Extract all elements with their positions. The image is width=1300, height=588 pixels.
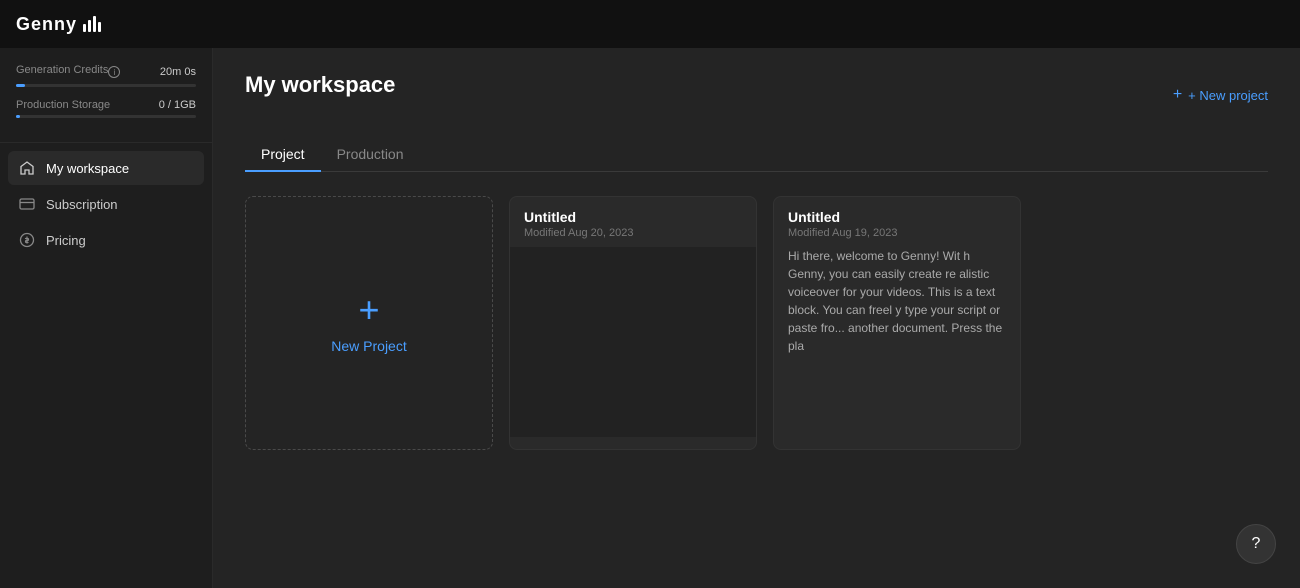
credits-label: Generation Credits (16, 64, 108, 76)
credits-progress-fill (16, 84, 25, 87)
sidebar: Generation Credits i 20m 0s Production S… (0, 48, 213, 588)
logo-bar-3 (93, 16, 96, 32)
project-card-2-text: Hi there, welcome to Genny! Wit h Genny,… (788, 247, 1006, 355)
project-card-1-preview (510, 247, 756, 437)
logo-bar-1 (83, 24, 86, 32)
project-card-2-title: Untitled (788, 209, 1006, 225)
content-area: My workspace + + New project Project Pro… (213, 48, 1300, 588)
subscription-icon (18, 195, 36, 213)
credits-progress-bg (16, 84, 196, 87)
plus-icon: + (1173, 86, 1182, 104)
tab-project[interactable]: Project (245, 138, 321, 172)
credits-row: Generation Credits i 20m 0s (16, 64, 196, 80)
logo-bar-2 (88, 20, 91, 32)
sidebar-item-pricing-label: Pricing (46, 233, 86, 248)
topbar: Genny (0, 0, 1300, 48)
cards-grid: + New Project Untitled Modified Aug 20, … (245, 196, 1268, 450)
sidebar-item-workspace[interactable]: My workspace (8, 151, 204, 185)
logo-bar-4 (98, 22, 101, 32)
sidebar-item-pricing[interactable]: Pricing (8, 223, 204, 257)
project-card-1-header: Untitled Modified Aug 20, 2023 (510, 197, 756, 247)
main-layout: Generation Credits i 20m 0s Production S… (0, 48, 1300, 588)
credits-value: 20m 0s (160, 66, 196, 78)
sidebar-nav: My workspace Subscription (0, 151, 212, 257)
help-button[interactable]: ? (1236, 524, 1276, 564)
storage-value: 0 / 1GB (159, 99, 196, 111)
logo: Genny (16, 14, 101, 35)
project-card-2-header: Untitled Modified Aug 19, 2023 (774, 197, 1020, 247)
project-card-2-body: Hi there, welcome to Genny! Wit h Genny,… (774, 247, 1020, 355)
credits-section: Generation Credits i 20m 0s Production S… (0, 64, 212, 118)
sidebar-divider (0, 142, 212, 143)
storage-label: Production Storage (16, 99, 110, 111)
sidebar-item-workspace-label: My workspace (46, 161, 129, 176)
home-icon (18, 159, 36, 177)
project-card-2-date: Modified Aug 19, 2023 (788, 227, 1006, 239)
new-project-header-button[interactable]: + + New project (1173, 86, 1268, 104)
workspace-title: My workspace (245, 72, 395, 98)
project-card-2[interactable]: Untitled Modified Aug 19, 2023 Hi there,… (773, 196, 1021, 450)
logo-wordmark: Genny (16, 14, 77, 35)
project-card-1[interactable]: Untitled Modified Aug 20, 2023 (509, 196, 757, 450)
storage-row: Production Storage 0 / 1GB (16, 99, 196, 111)
info-icon[interactable]: i (108, 66, 120, 78)
logo-bars-icon (83, 16, 101, 32)
new-project-header-label: + New project (1188, 88, 1268, 103)
new-project-label: New Project (331, 338, 406, 354)
tab-production[interactable]: Production (321, 138, 420, 172)
sidebar-item-subscription-label: Subscription (46, 197, 118, 212)
new-project-card[interactable]: + New Project (245, 196, 493, 450)
sidebar-item-subscription[interactable]: Subscription (8, 187, 204, 221)
help-icon: ? (1252, 535, 1261, 553)
new-project-plus-icon: + (358, 292, 379, 328)
storage-progress-bg (16, 115, 196, 118)
pricing-icon (18, 231, 36, 249)
project-card-1-date: Modified Aug 20, 2023 (524, 227, 742, 239)
project-card-1-title: Untitled (524, 209, 742, 225)
storage-progress-fill (16, 115, 20, 118)
tabs-bar: Project Production (245, 138, 1268, 172)
